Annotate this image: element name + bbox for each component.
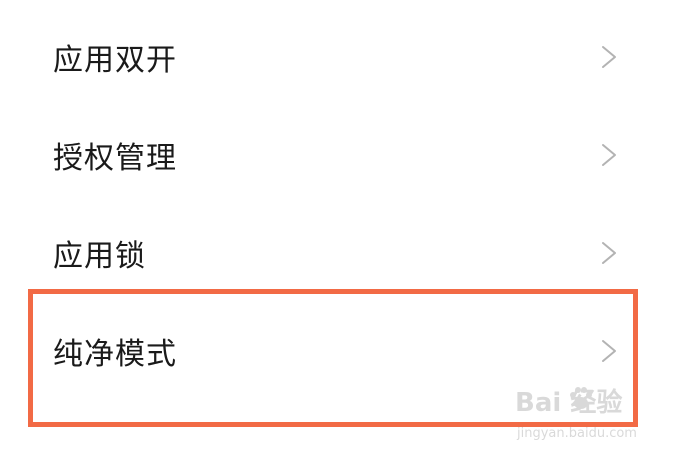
settings-item-label: 应用锁 [53,239,146,274]
settings-item-label: 纯净模式 [53,337,177,372]
watermark-url: jingyan.baidu.com [517,426,637,441]
settings-item-label: 授权管理 [53,141,177,176]
settings-item-app-clone[interactable]: 应用双开 [0,8,673,106]
settings-screen: 应用双开 授权管理 应用锁 纯净模式 Bai 经验 jingyan.baidu.… [0,0,673,461]
settings-item-label: 应用双开 [53,43,177,78]
settings-item-app-lock[interactable]: 应用锁 [0,204,673,302]
chevron-right-icon [602,340,616,362]
chevron-right-icon [602,144,616,166]
chevron-right-icon [602,46,616,68]
settings-item-pure-mode[interactable]: 纯净模式 [0,302,673,400]
chevron-right-icon [602,242,616,264]
settings-item-permission-management[interactable]: 授权管理 [0,106,673,204]
settings-list: 应用双开 授权管理 应用锁 纯净模式 [0,8,673,400]
